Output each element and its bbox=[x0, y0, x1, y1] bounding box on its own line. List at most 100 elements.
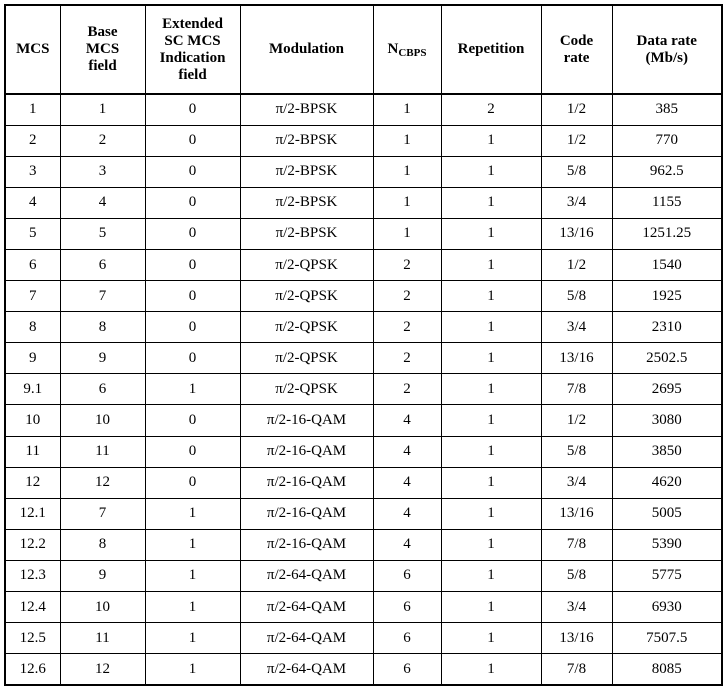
cell-data-rate: 2695 bbox=[611, 373, 723, 406]
cell-modulation: π/2-QPSK bbox=[239, 280, 374, 313]
cell-data-rate: 1540 bbox=[611, 248, 723, 282]
table-row: 9.1 6 1 π/2-QPSK 2 1 7/8 2695 bbox=[4, 373, 723, 406]
cell-data-rate: 770 bbox=[611, 124, 723, 157]
cell-modulation: π/2-64-QAM bbox=[239, 653, 374, 686]
cell-code-rate: 5/8 bbox=[540, 280, 613, 313]
header-ext-line3: Indication bbox=[159, 49, 226, 66]
header-ncbps: NCBPS bbox=[372, 4, 442, 95]
header-ext-line2: SC MCS bbox=[164, 32, 221, 49]
cell-data-rate: 4620 bbox=[611, 466, 723, 499]
header-code-line1: Code bbox=[559, 32, 594, 49]
header-row: MCS Base MCS field Extended SC MCS Indic… bbox=[4, 4, 723, 95]
cell-mcs: 10 bbox=[4, 404, 61, 437]
cell-modulation: π/2-64-QAM bbox=[239, 622, 374, 655]
header-repetition: Repetition bbox=[440, 4, 542, 95]
cell-data-rate: 1925 bbox=[611, 280, 723, 313]
cell-repetition: 1 bbox=[440, 311, 542, 344]
cell-repetition: 1 bbox=[440, 248, 542, 282]
cell-ncbps: 1 bbox=[372, 93, 442, 126]
cell-extended-indication: 0 bbox=[144, 124, 241, 157]
cell-modulation: π/2-BPSK bbox=[239, 124, 374, 157]
cell-repetition: 1 bbox=[440, 124, 542, 157]
cell-extended-indication: 0 bbox=[144, 217, 241, 250]
table-row: 12.1 7 1 π/2-16-QAM 4 1 13/16 5005 bbox=[4, 497, 723, 530]
cell-repetition: 1 bbox=[440, 217, 542, 250]
table-row: 3 3 0 π/2-BPSK 1 1 5/8 962.5 bbox=[4, 155, 723, 188]
cell-extended-indication: 0 bbox=[144, 248, 241, 282]
cell-extended-indication: 1 bbox=[144, 622, 241, 655]
cell-extended-indication: 1 bbox=[144, 528, 241, 561]
cell-code-rate: 3/4 bbox=[540, 186, 613, 219]
cell-repetition: 1 bbox=[440, 280, 542, 313]
cell-data-rate: 2502.5 bbox=[611, 342, 723, 375]
table-row: 6 6 0 π/2-QPSK 2 1 1/2 1540 bbox=[4, 248, 723, 282]
header-modulation: Modulation bbox=[239, 4, 374, 95]
cell-mcs: 7 bbox=[4, 280, 61, 313]
table-row: 12 12 0 π/2-16-QAM 4 1 3/4 4620 bbox=[4, 466, 723, 499]
cell-base-mcs-field: 9 bbox=[59, 559, 146, 593]
cell-ncbps: 4 bbox=[372, 497, 442, 530]
cell-ncbps: 2 bbox=[372, 311, 442, 344]
cell-extended-indication: 0 bbox=[144, 186, 241, 219]
cell-extended-indication: 1 bbox=[144, 590, 241, 624]
cell-data-rate: 7507.5 bbox=[611, 622, 723, 655]
cell-ncbps: 1 bbox=[372, 124, 442, 157]
cell-mcs: 12.6 bbox=[4, 653, 61, 686]
table-row: 2 2 0 π/2-BPSK 1 1 1/2 770 bbox=[4, 124, 723, 157]
cell-base-mcs-field: 10 bbox=[59, 404, 146, 437]
cell-repetition: 1 bbox=[440, 155, 542, 188]
cell-ncbps: 6 bbox=[372, 653, 442, 686]
cell-mcs: 9 bbox=[4, 342, 61, 375]
table-row: 5 5 0 π/2-BPSK 1 1 13/16 1251.25 bbox=[4, 217, 723, 250]
table-row: 12.6 12 1 π/2-64-QAM 6 1 7/8 8085 bbox=[4, 653, 723, 686]
cell-extended-indication: 1 bbox=[144, 653, 241, 686]
cell-modulation: π/2-16-QAM bbox=[239, 497, 374, 530]
header-base-line1: Base bbox=[87, 24, 118, 40]
cell-data-rate: 5005 bbox=[611, 497, 723, 530]
cell-base-mcs-field: 12 bbox=[59, 653, 146, 686]
cell-mcs: 5 bbox=[4, 217, 61, 250]
cell-modulation: π/2-16-QAM bbox=[239, 404, 374, 437]
cell-ncbps: 1 bbox=[372, 217, 442, 250]
cell-mcs: 12 bbox=[4, 466, 61, 499]
cell-code-rate: 1/2 bbox=[540, 404, 613, 437]
cell-code-rate: 5/8 bbox=[540, 435, 613, 468]
header-ext-line1: Extended bbox=[162, 15, 223, 32]
cell-ncbps: 6 bbox=[372, 590, 442, 624]
cell-code-rate: 3/4 bbox=[540, 311, 613, 344]
header-base-line3: field bbox=[88, 58, 117, 74]
cell-repetition: 1 bbox=[440, 342, 542, 375]
cell-extended-indication: 0 bbox=[144, 93, 241, 126]
cell-code-rate: 13/16 bbox=[540, 622, 613, 655]
table-row: 9 9 0 π/2-QPSK 2 1 13/16 2502.5 bbox=[4, 342, 723, 375]
cell-code-rate: 1/2 bbox=[540, 124, 613, 157]
cell-code-rate: 5/8 bbox=[540, 155, 613, 188]
cell-ncbps: 2 bbox=[372, 280, 442, 313]
cell-mcs: 8 bbox=[4, 311, 61, 344]
cell-data-rate: 3080 bbox=[611, 404, 723, 437]
cell-base-mcs-field: 8 bbox=[59, 528, 146, 561]
header-code-line2: rate bbox=[563, 49, 590, 66]
cell-code-rate: 1/2 bbox=[540, 248, 613, 282]
cell-modulation: π/2-16-QAM bbox=[239, 466, 374, 499]
table-row: 1 1 0 π/2-BPSK 1 2 1/2 385 bbox=[4, 93, 723, 126]
cell-repetition: 1 bbox=[440, 435, 542, 468]
cell-modulation: π/2-BPSK bbox=[239, 155, 374, 188]
table-row: 10 10 0 π/2-16-QAM 4 1 1/2 3080 bbox=[4, 404, 723, 437]
cell-modulation: π/2-16-QAM bbox=[239, 435, 374, 468]
cell-repetition: 1 bbox=[440, 404, 542, 437]
cell-base-mcs-field: 11 bbox=[59, 622, 146, 655]
cell-ncbps: 4 bbox=[372, 404, 442, 437]
cell-modulation: π/2-QPSK bbox=[239, 311, 374, 344]
cell-code-rate: 5/8 bbox=[540, 559, 613, 593]
cell-modulation: π/2-QPSK bbox=[239, 248, 374, 282]
cell-extended-indication: 0 bbox=[144, 342, 241, 375]
header-extended-sc-mcs: Extended SC MCS Indication field bbox=[144, 4, 241, 95]
cell-data-rate: 385 bbox=[611, 93, 723, 126]
header-base-mcs-field: Base MCS field bbox=[59, 4, 146, 95]
cell-ncbps: 4 bbox=[372, 466, 442, 499]
cell-data-rate: 6930 bbox=[611, 590, 723, 624]
header-ncbps-main: N bbox=[387, 41, 399, 57]
cell-extended-indication: 0 bbox=[144, 311, 241, 344]
cell-ncbps: 6 bbox=[372, 622, 442, 655]
